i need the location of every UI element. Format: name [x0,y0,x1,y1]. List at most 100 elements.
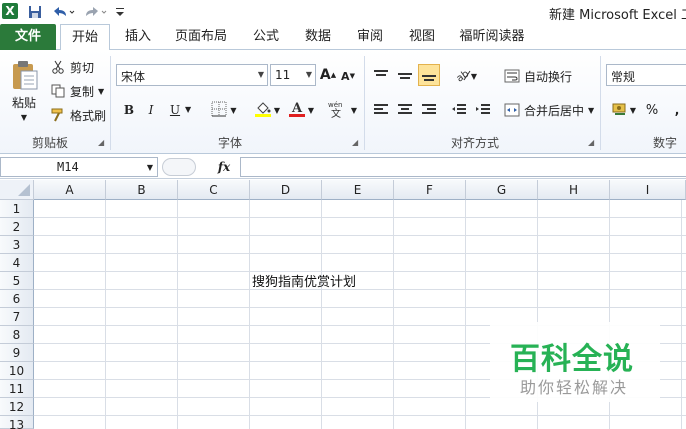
column-header-h[interactable]: H [538,180,610,200]
paste-dropdown-icon[interactable]: ▼ [18,112,30,122]
window-title: 新建 Microsoft Excel 工作表 [549,8,686,23]
font-size-select[interactable]: 11 ▼ [270,64,316,86]
paste-button[interactable]: 粘贴 [6,94,42,110]
font-launcher-icon[interactable]: ◢ [352,138,358,147]
align-left-icon[interactable] [372,100,390,120]
number-format-value: 常规 [611,70,636,84]
phonetic-guide-icon: wén 文 [327,100,349,121]
column-header-i[interactable]: I [610,180,686,200]
group-divider [110,56,111,150]
percent-style-button[interactable]: % [644,100,660,120]
wrap-text-button[interactable]: 自动换行 [504,66,572,86]
align-right-icon[interactable] [420,100,438,120]
tab-review[interactable]: 审阅 [348,24,392,50]
font-color-button[interactable]: A ▼ [286,100,316,120]
grid-line [34,289,686,290]
tab-data[interactable]: 数据 [296,24,340,50]
increase-indent-icon[interactable] [474,100,492,120]
align-bottom-icon[interactable] [418,64,440,86]
name-box[interactable]: M14 ▼ [0,157,158,177]
orientation-button[interactable]: ab ▼ [452,66,480,86]
number-format-select[interactable]: 常规 [606,64,686,86]
row-header-7[interactable]: 7 [0,308,34,326]
tab-file[interactable]: 文件 [0,24,56,50]
column-header-a[interactable]: A [34,180,106,200]
tab-foxit-reader[interactable]: 福昕阅读器 [452,24,532,50]
tab-insert[interactable]: 插入 [116,24,160,50]
fill-color-button[interactable]: ▼ [252,100,282,120]
borders-icon [211,101,227,120]
row-header-13[interactable]: 13 [0,416,34,429]
tab-home[interactable]: 开始 [60,24,110,51]
tab-page-layout[interactable]: 页面布局 [168,24,234,50]
cell-d5[interactable]: 搜狗指南优赏计划 [252,271,356,290]
align-top-icon[interactable] [372,66,390,86]
alignment-launcher-icon[interactable]: ◢ [588,138,594,147]
customize-quick-access-icon[interactable] [114,3,126,21]
row-header-1[interactable]: 1 [0,200,34,218]
formula-bar-toggle[interactable] [162,158,196,176]
chevron-down-icon: ▼ [307,105,315,115]
currency-icon [612,102,628,119]
select-all-corner[interactable] [0,180,34,200]
grid-line [34,415,686,416]
format-painter-button[interactable]: 格式刷 [50,106,106,124]
accounting-format-button[interactable]: ▼ [610,100,638,120]
align-middle-icon[interactable] [396,66,414,86]
row-header-4[interactable]: 4 [0,254,34,272]
title-bar: X 新建 Microsoft Excel 工作表 [0,0,686,24]
column-header-g[interactable]: G [466,180,538,200]
font-name-select[interactable]: 宋体 ▼ [116,64,268,86]
column-header-c[interactable]: C [178,180,250,200]
excel-logo-icon[interactable]: X [2,3,18,19]
underline-dropdown-icon[interactable]: ▼ [185,105,191,114]
phonetic-guide-button[interactable]: wén 文 ▼ [326,100,358,120]
comma-style-button[interactable]: , [668,100,686,120]
copy-icon [50,83,66,99]
bold-button[interactable]: B [120,100,138,120]
row-header-8[interactable]: 8 [0,326,34,344]
group-label-clipboard: 剪贴板 [31,136,68,150]
align-center-icon[interactable] [396,100,414,120]
tab-view[interactable]: 视图 [400,24,444,50]
chevron-down-icon: ▼ [629,105,637,115]
decrease-indent-icon[interactable] [450,100,468,120]
row-header-3[interactable]: 3 [0,236,34,254]
row-header-12[interactable]: 12 [0,398,34,416]
cut-label: 剪切 [70,60,95,75]
row-header-11[interactable]: 11 [0,380,34,398]
borders-button[interactable]: ▼ [210,100,238,120]
row-header-5[interactable]: 5 [0,272,34,290]
paste-icon[interactable] [10,58,40,92]
row-header-2[interactable]: 2 [0,218,34,236]
row-header-9[interactable]: 9 [0,344,34,362]
merge-center-button[interactable]: 合并后居中 ▼ [504,100,594,120]
column-header-d[interactable]: D [250,180,322,200]
row-header-10[interactable]: 10 [0,362,34,380]
column-header-b[interactable]: B [106,180,178,200]
tab-formulas[interactable]: 公式 [244,24,288,50]
clipboard-launcher-icon[interactable]: ◢ [98,138,104,147]
shrink-font-icon[interactable]: A ▼ [340,68,356,84]
group-label-alignment: 对齐方式 [450,136,499,150]
grow-font-icon[interactable]: A ▲ [320,66,336,84]
underline-button[interactable]: U [166,100,184,120]
column-header-f[interactable]: F [394,180,466,200]
copy-button[interactable]: 复制 ▼ [50,82,104,100]
row-header-6[interactable]: 6 [0,290,34,308]
ribbon: 粘贴 ▼ 剪切 复制 ▼ 格式刷 剪贴板 ◢ 宋体 ▼ 11 ▼ A ▲ A ▼ B… [0,50,686,154]
svg-text:A: A [291,101,303,116]
formula-bar: M14 ▼ fx [0,155,686,179]
font-size-value: 11 [275,68,291,82]
group-divider [364,56,365,150]
chevron-down-icon: ▼ [350,105,358,115]
column-header-e[interactable]: E [322,180,394,200]
insert-function-button[interactable]: fx [210,157,238,177]
chevron-down-icon: ▼ [273,105,281,115]
redo-icon[interactable] [82,3,108,21]
undo-icon[interactable] [50,3,76,21]
cut-button[interactable]: 剪切 [50,58,94,76]
italic-button[interactable]: I [142,100,160,120]
save-icon[interactable] [26,3,44,21]
formula-input[interactable] [240,157,686,177]
